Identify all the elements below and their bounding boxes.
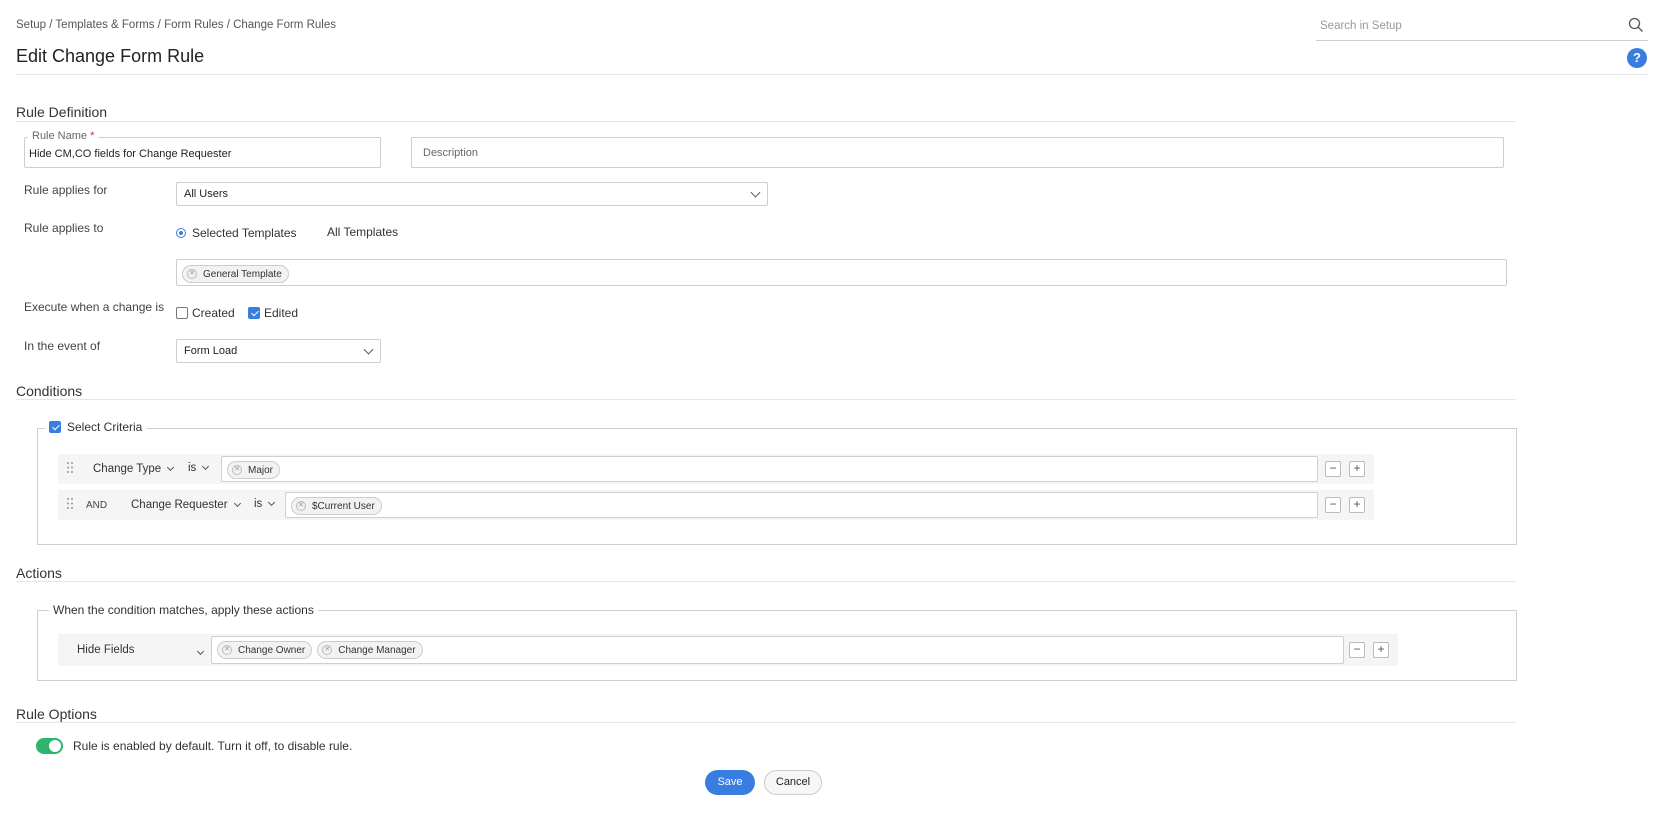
breadcrumb: Setup / Templates & Forms / Form Rules /… xyxy=(16,19,336,31)
radio-label-all-templates: All Templates xyxy=(327,225,399,239)
radio-all-templates[interactable]: All Templates xyxy=(327,225,398,239)
section-divider xyxy=(16,581,1516,582)
chevron-down-icon xyxy=(363,344,374,355)
value-chip: ✕ Major xyxy=(227,461,281,479)
condition-operator-select[interactable]: is xyxy=(188,462,210,474)
condition-field-label: Change Type xyxy=(93,463,162,475)
add-action-button[interactable]: + xyxy=(1373,642,1389,658)
remove-chip-icon[interactable]: ✕ xyxy=(222,645,232,655)
field-chip-label: Change Owner xyxy=(238,644,306,656)
execute-when-label: Execute when a change is xyxy=(24,300,165,314)
template-chip: ✕ General Template xyxy=(182,265,289,283)
drag-handle-icon[interactable] xyxy=(67,462,73,473)
search-icon[interactable] xyxy=(1628,17,1644,33)
section-divider xyxy=(16,722,1516,723)
event-value: Form Load xyxy=(184,345,238,357)
templates-input[interactable]: ✕ General Template xyxy=(176,259,1507,286)
edited-checkbox[interactable] xyxy=(248,307,260,319)
condition-operator-label: is xyxy=(254,498,263,510)
condition-row: Change Type is ✕ Major − + xyxy=(58,454,1374,484)
edited-option[interactable]: Edited xyxy=(248,306,298,320)
condition-operator-label: is xyxy=(188,462,197,474)
radio-selected-templates[interactable]: Selected Templates xyxy=(176,226,297,240)
radio-button-selected[interactable] xyxy=(176,228,186,238)
add-condition-button[interactable]: + xyxy=(1349,461,1365,477)
edited-label: Edited xyxy=(264,306,299,320)
condition-field-label: Change Requester xyxy=(131,499,228,511)
toggle-knob xyxy=(49,740,61,752)
condition-row: AND Change Requester is ✕ $Current User … xyxy=(58,490,1374,520)
drag-handle-icon[interactable] xyxy=(67,498,73,509)
created-checkbox[interactable] xyxy=(176,307,188,319)
search-input[interactable] xyxy=(1316,14,1616,38)
field-chip: ✕ Change Manager xyxy=(317,641,423,659)
section-divider xyxy=(16,399,1516,400)
rule-name-value[interactable]: Hide CM,CO fields for Change Requester xyxy=(29,148,231,160)
event-select[interactable]: Form Load xyxy=(176,339,381,363)
action-value-input[interactable]: ✕ Change Owner ✕ Change Manager xyxy=(211,636,1344,664)
remove-condition-button[interactable]: − xyxy=(1325,461,1341,477)
rule-name-label: Rule Name * xyxy=(28,130,99,142)
save-button[interactable]: Save xyxy=(705,770,755,795)
required-mark: * xyxy=(90,130,95,142)
event-label: In the event of xyxy=(24,339,101,353)
rule-enabled-text: Rule is enabled by default. Turn it off,… xyxy=(73,739,353,753)
action-row: Hide Fields ✕ Change Owner ✕ Change Mana… xyxy=(58,634,1398,666)
action-type-label: Hide Fields xyxy=(77,644,135,656)
remove-chip-icon[interactable]: ✕ xyxy=(296,501,306,511)
rule-name-label-text: Rule Name xyxy=(32,130,88,142)
help-button[interactable]: ? xyxy=(1627,48,1647,68)
select-criteria-label: Select Criteria xyxy=(67,420,143,434)
condition-field-select[interactable]: Change Type xyxy=(93,463,175,475)
search-box xyxy=(1316,14,1648,41)
remove-action-button[interactable]: − xyxy=(1349,642,1365,658)
criteria-fieldset xyxy=(37,428,1517,545)
condition-field-select[interactable]: Change Requester xyxy=(131,499,241,511)
condition-connector[interactable]: AND xyxy=(86,500,107,511)
condition-operator-select[interactable]: is xyxy=(254,498,276,510)
chevron-down-icon xyxy=(196,647,205,656)
page-title: Edit Change Form Rule xyxy=(16,46,205,66)
chevron-down-icon xyxy=(268,498,276,507)
section-title-rule-definition: Rule Definition xyxy=(16,104,108,120)
created-option[interactable]: Created xyxy=(176,306,235,320)
actions-legend: When the condition matches, apply these … xyxy=(49,603,318,617)
criteria-legend[interactable]: Select Criteria xyxy=(45,420,147,434)
template-chip-label: General Template xyxy=(203,268,282,280)
radio-label-selected-templates: Selected Templates xyxy=(192,226,297,240)
value-chip-label: Major xyxy=(248,464,274,476)
section-divider xyxy=(16,121,1516,122)
created-label: Created xyxy=(192,306,235,320)
applies-for-select[interactable]: All Users xyxy=(176,182,768,206)
action-type-select[interactable]: Hide Fields xyxy=(77,644,205,656)
remove-chip-icon[interactable]: ✕ xyxy=(322,645,333,655)
select-criteria-checkbox[interactable] xyxy=(49,421,61,433)
chevron-down-icon xyxy=(202,462,210,471)
rule-enabled-toggle[interactable] xyxy=(36,738,63,754)
remove-condition-button[interactable]: − xyxy=(1325,497,1341,513)
applies-for-label: Rule applies for xyxy=(24,183,108,197)
applies-for-value: All Users xyxy=(184,188,229,200)
remove-chip-icon[interactable]: ✕ xyxy=(232,465,242,475)
value-chip-label: $Current User xyxy=(312,500,375,512)
chevron-down-icon xyxy=(750,187,761,198)
chevron-down-icon xyxy=(167,463,175,472)
cancel-button[interactable]: Cancel xyxy=(764,770,822,795)
section-title-actions: Actions xyxy=(16,565,62,581)
section-title-conditions: Conditions xyxy=(16,383,83,399)
value-chip: ✕ $Current User xyxy=(291,497,382,515)
field-chip: ✕ Change Owner xyxy=(217,641,313,659)
field-chip-label: Change Manager xyxy=(338,644,416,656)
condition-value-input[interactable]: ✕ Major xyxy=(221,456,1318,482)
remove-chip-icon[interactable]: ✕ xyxy=(187,269,197,279)
chevron-down-icon xyxy=(233,499,241,508)
title-divider xyxy=(16,74,1648,75)
section-title-rule-options: Rule Options xyxy=(16,706,97,722)
description-placeholder: Description xyxy=(423,147,479,159)
condition-value-input[interactable]: ✕ $Current User xyxy=(285,492,1318,518)
applies-to-label: Rule applies to xyxy=(24,221,104,235)
description-field[interactable]: Description xyxy=(411,137,1504,168)
add-condition-button[interactable]: + xyxy=(1349,497,1365,513)
